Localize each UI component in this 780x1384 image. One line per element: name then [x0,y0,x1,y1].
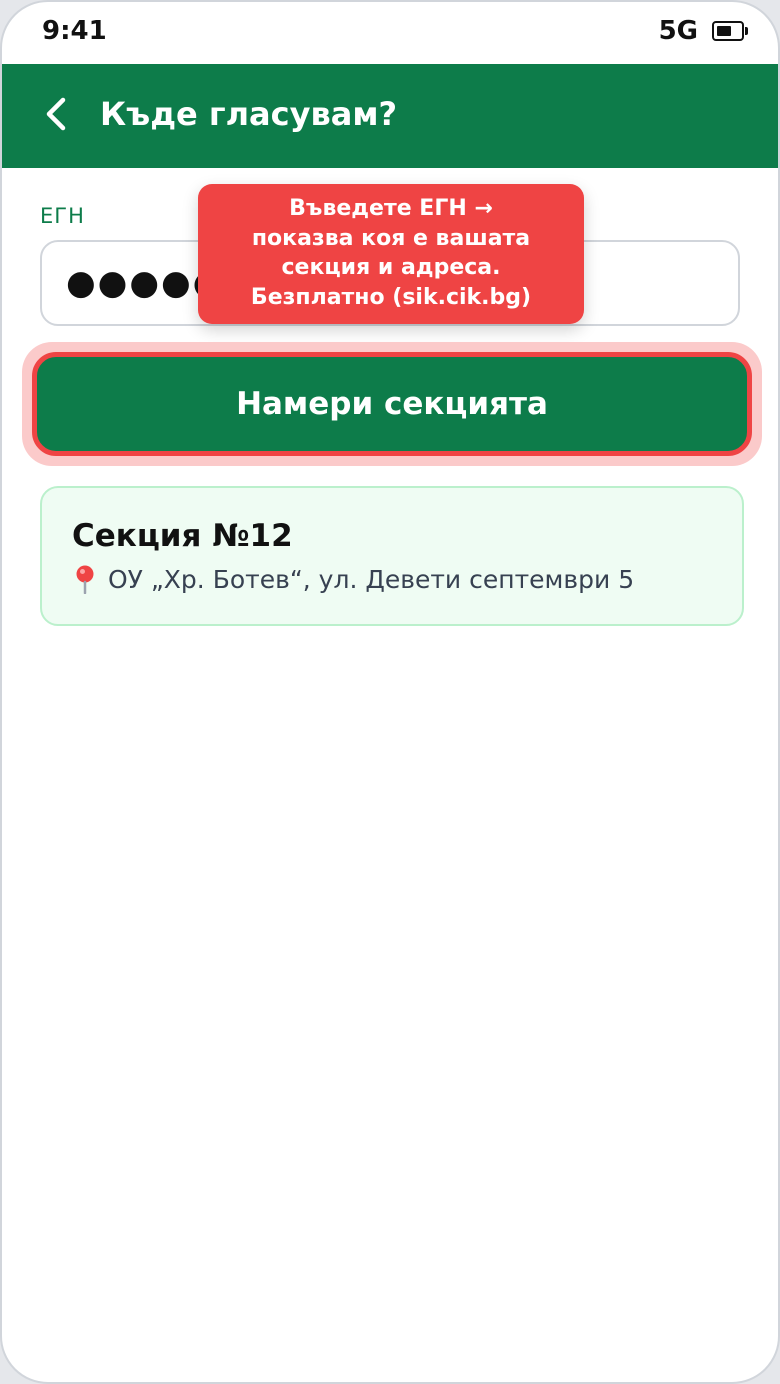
network-label: 5G [658,16,698,46]
map-pin-icon [76,565,94,594]
section-address: ОУ „Хр. Ботев“, ул. Девети септември 5 [108,564,635,594]
section-title: Секция №12 [72,518,293,554]
phone-screen: 9:41 5G Къде гласувам? ЕГН ●●●●● Въведет… [0,0,780,1384]
find-section-button[interactable]: Намери секцията [32,352,752,456]
section-address-row: ОУ „Хр. Ботев“, ул. Девети септември 5 [72,564,634,594]
result-card: Секция №12 ОУ „Хр. Ботев“, ул. Девети се… [40,486,744,626]
status-bar: 9:41 5G [2,2,778,64]
app-header: Къде гласувам? [2,64,778,168]
status-indicators: 5G [658,16,748,46]
battery-icon [712,21,748,41]
hint-tooltip: Въведете ЕГН → показва коя е вашата секц… [198,184,584,324]
chevron-left-icon [46,97,66,131]
page-title: Къде гласувам? [100,95,398,133]
status-time: 9:41 [42,16,107,46]
egn-label: ЕГН [40,204,85,228]
back-button[interactable] [34,92,78,136]
